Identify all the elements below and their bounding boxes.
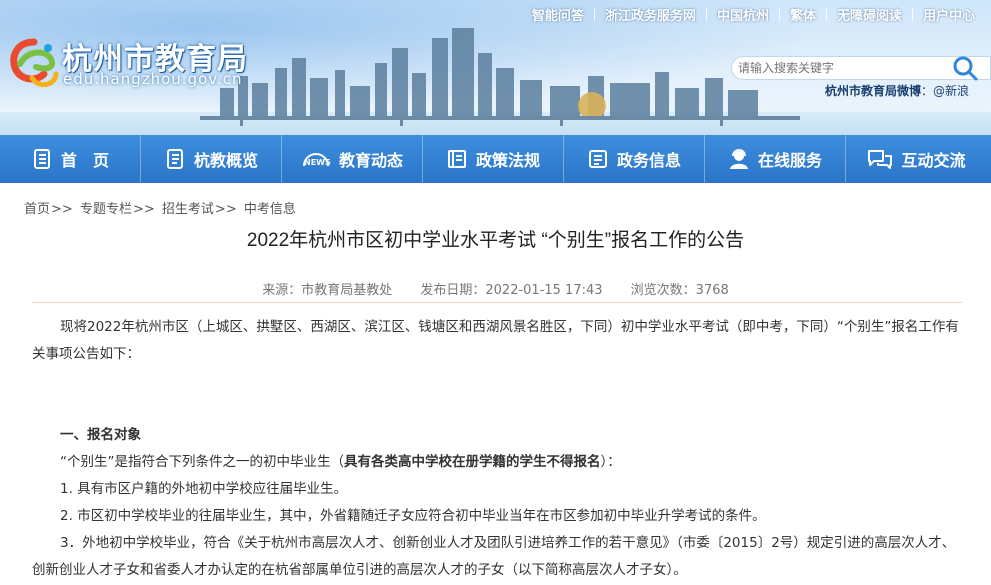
top-link-zjzwfw[interactable]: 浙江政务服务网 xyxy=(595,5,706,24)
article-source: 来源：市教育局基教处 xyxy=(262,283,393,298)
breadcrumb-separator: >> xyxy=(132,202,155,217)
top-link-traditional[interactable]: 繁体 xyxy=(780,5,826,24)
nav-item-interaction[interactable]: 互动交流 xyxy=(846,135,987,183)
weibo-handle: @新浪 xyxy=(933,84,970,98)
top-link-china-hangzhou[interactable]: 中国杭州 xyxy=(707,5,779,24)
article-intro: 现将2022年杭州市区（上城区、拱墅区、西湖区、滨江区、钱塘区和西湖风景名胜区，… xyxy=(32,319,959,362)
breadcrumb-special-topics[interactable]: 专题专栏 xyxy=(80,202,132,217)
breadcrumb-zhongkao-info[interactable]: 中考信息 xyxy=(244,202,296,217)
breadcrumb-home[interactable]: 首页 xyxy=(24,202,50,217)
site-domain: edu.hangzhou.gov.cn xyxy=(63,70,243,88)
list-item: 1. 具有市区户籍的外地初中学校应往届毕业生。 xyxy=(60,481,348,497)
nav-label: 互动交流 xyxy=(901,151,966,170)
home-doc-icon xyxy=(33,149,50,169)
section-lead-end: ）： xyxy=(600,454,621,470)
weibo-label: 杭州市教育局微博 xyxy=(825,84,922,98)
gov-info-icon xyxy=(588,150,607,168)
section-lead-text: “个别生”是指符合下列条件之一的初中毕业生（ xyxy=(60,454,344,470)
breadcrumb-separator: >> xyxy=(51,202,73,217)
nav-label: 在线服务 xyxy=(757,151,822,170)
breadcrumb: 首页>> 专题专栏>> 招生考试>> 中考信息 xyxy=(24,198,296,217)
list-item: 2. 市区初中学校毕业的往届毕业生，其中，外省籍随迁子女应符合初中毕业当年在市区… xyxy=(60,508,766,524)
nav-label: 政策法规 xyxy=(475,151,540,170)
list-item: 3．外地初中学校毕业，符合《关于杭州市高层次人才、创新创业人才及团队引进培养工作… xyxy=(32,535,956,578)
policy-book-icon xyxy=(447,150,466,168)
article-body: 现将2022年杭州市区（上城区、拱墅区、西湖区、滨江区、钱塘区和西湖风景名胜区，… xyxy=(32,314,962,584)
section-lead-emphasis: 具有各类高中学校在册学籍的学生不得报名 xyxy=(344,454,601,470)
nav-item-policy[interactable]: 政策法规 xyxy=(423,135,564,183)
title-divider xyxy=(32,302,962,303)
article-date: 发布日期：2022-01-15 17:43 xyxy=(420,283,603,298)
nav-label: 教育动态 xyxy=(338,151,403,170)
weibo-link[interactable]: 杭州市教育局微博：@新浪 xyxy=(825,82,969,99)
nav-item-gov-info[interactable]: 政务信息 xyxy=(564,135,705,183)
search-input[interactable] xyxy=(738,59,948,77)
nav-item-overview[interactable]: 杭教概览 xyxy=(141,135,282,183)
svg-text:NEWS: NEWS xyxy=(304,158,331,167)
nav-item-home[interactable]: 首 页 xyxy=(0,135,141,183)
chat-bubbles-icon xyxy=(868,150,893,169)
nav-label: 政务信息 xyxy=(616,151,681,170)
article-views: 浏览次数：3768 xyxy=(630,283,729,298)
weibo-colon: ： xyxy=(921,84,934,98)
top-link-qa[interactable]: 智能问答 xyxy=(522,5,594,24)
section-heading: 一、报名对象 xyxy=(60,427,141,443)
top-utility-nav: 智能问答 浙江政务服务网 中国杭州 繁体 无障碍阅读 用户中心 xyxy=(522,5,985,24)
article-title: 2022年杭州市区初中学业水平考试 “个别生”报名工作的公告 xyxy=(246,230,745,251)
nav-item-online-service[interactable]: 在线服务 xyxy=(705,135,846,183)
nav-item-news[interactable]: NEWS 教育动态 xyxy=(282,135,423,183)
section-lead: “个别生”是指符合下列条件之一的初中毕业生（具有各类高中学校在册学籍的学生不得报… xyxy=(32,449,962,476)
top-link-accessibility[interactable]: 无障碍阅读 xyxy=(827,5,912,24)
city-skyline-illustration xyxy=(200,28,800,126)
nav-label: 首 页 xyxy=(60,151,109,170)
header-banner: 智能问答 浙江政务服务网 中国杭州 繁体 无障碍阅读 用户中心 杭州市教育局 e… xyxy=(0,0,991,135)
service-person-icon xyxy=(729,149,748,169)
article-meta: 来源：市教育局基教处 发布日期：2022-01-15 17:43 浏览次数：37… xyxy=(0,279,991,298)
top-link-user-center[interactable]: 用户中心 xyxy=(913,5,985,24)
news-icon: NEWS xyxy=(302,153,331,167)
overview-doc-icon xyxy=(166,149,183,169)
breadcrumb-separator: >> xyxy=(214,202,237,217)
main-nav: 首 页 杭教概览 NEWS 教育动态 政策法规 政务信息 在线服务 互动交流 xyxy=(0,135,991,183)
breadcrumb-enrollment-exams[interactable]: 招生考试 xyxy=(162,202,214,217)
search-icon[interactable] xyxy=(950,54,980,82)
nav-label: 杭教概览 xyxy=(193,151,258,170)
